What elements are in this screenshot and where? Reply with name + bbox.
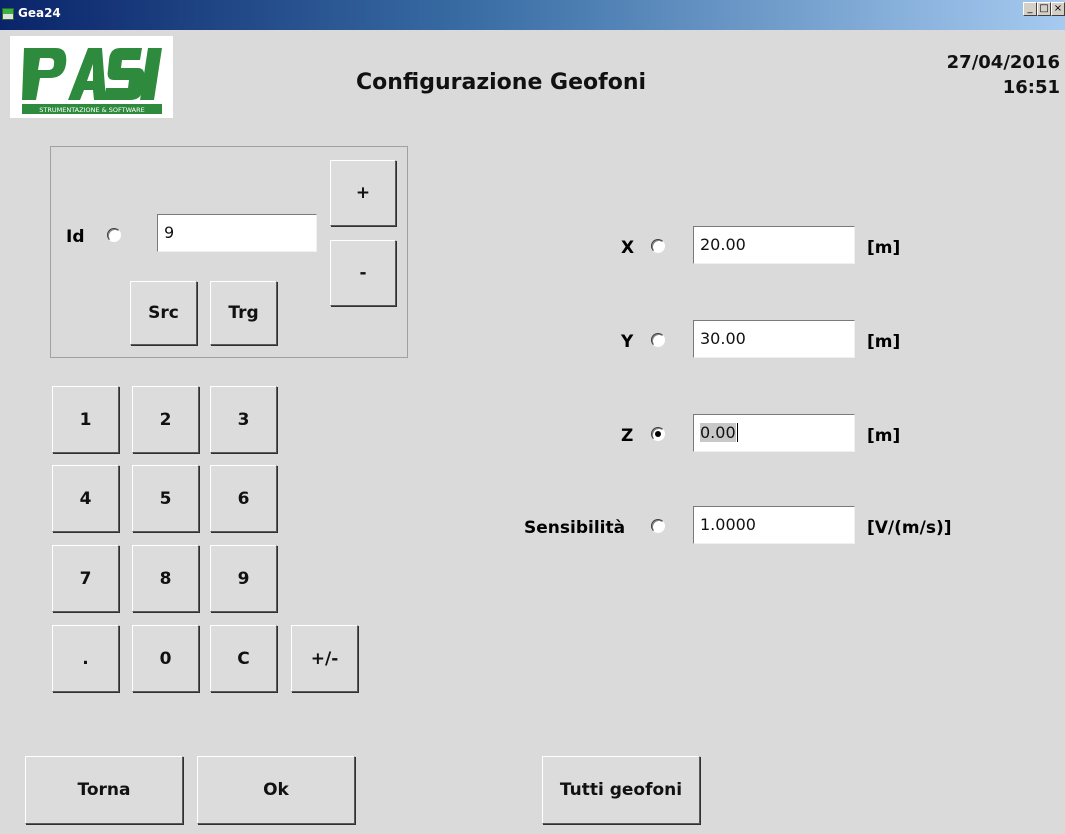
sensitivity-radio[interactable] [651, 519, 665, 533]
id-input[interactable]: 9 [157, 214, 317, 252]
key-clear[interactable]: C [210, 625, 277, 692]
decrement-button[interactable]: - [330, 240, 396, 306]
z-input[interactable]: 0.00 [693, 414, 855, 452]
id-label: Id [66, 227, 85, 247]
z-label: Z [621, 426, 634, 446]
key-sign[interactable]: +/- [291, 625, 358, 692]
page-title: Configurazione Geofoni [356, 70, 647, 95]
sensitivity-label: Sensibilità [524, 518, 626, 538]
pasi-logo-icon: STRUMENTAZIONE & SOFTWARE [22, 48, 162, 114]
window-title-bar: Gea24 _ □ × [0, 0, 1065, 30]
key-0[interactable]: 0 [132, 625, 199, 692]
window-title: Gea24 [18, 6, 61, 20]
key-7[interactable]: 7 [52, 545, 119, 612]
sensitivity-unit: [V/(m/s)] [867, 518, 952, 538]
y-unit: [m] [867, 332, 901, 352]
close-button[interactable]: × [1051, 2, 1065, 16]
key-6[interactable]: 6 [210, 465, 277, 532]
sensitivity-input[interactable]: 1.0000 [693, 506, 855, 544]
back-button[interactable]: Torna [25, 756, 183, 824]
key-8[interactable]: 8 [132, 545, 199, 612]
x-input[interactable]: 20.00 [693, 226, 855, 264]
text-cursor [736, 423, 738, 442]
trg-button[interactable]: Trg [210, 281, 277, 345]
x-label: X [621, 238, 635, 258]
x-unit: [m] [867, 238, 901, 258]
company-logo: STRUMENTAZIONE & SOFTWARE [10, 36, 173, 118]
x-radio[interactable] [651, 239, 665, 253]
maximize-button[interactable]: □ [1037, 2, 1051, 16]
all-geophones-button[interactable]: Tutti geofoni [542, 756, 700, 824]
src-button[interactable]: Src [130, 281, 197, 345]
key-4[interactable]: 4 [52, 465, 119, 532]
window-controls: _ □ × [1023, 2, 1065, 16]
z-radio[interactable] [651, 427, 665, 441]
increment-button[interactable]: + [330, 160, 396, 226]
z-input-text: 0.00 [700, 423, 736, 442]
time-display: 16:51 [1002, 77, 1060, 98]
y-label: Y [621, 332, 634, 352]
id-radio[interactable] [107, 228, 121, 242]
key-3[interactable]: 3 [210, 386, 277, 453]
key-1[interactable]: 1 [52, 386, 119, 453]
y-input[interactable]: 30.00 [693, 320, 855, 358]
logo-tagline: STRUMENTAZIONE & SOFTWARE [39, 106, 145, 114]
ok-button[interactable]: Ok [197, 756, 355, 824]
date-display: 27/04/2016 [946, 52, 1060, 73]
z-unit: [m] [867, 426, 901, 446]
key-decimal[interactable]: . [52, 625, 119, 692]
y-radio[interactable] [651, 333, 665, 347]
app-icon [2, 8, 14, 20]
key-9[interactable]: 9 [210, 545, 277, 612]
minimize-button[interactable]: _ [1023, 2, 1037, 16]
key-5[interactable]: 5 [132, 465, 199, 532]
key-2[interactable]: 2 [132, 386, 199, 453]
